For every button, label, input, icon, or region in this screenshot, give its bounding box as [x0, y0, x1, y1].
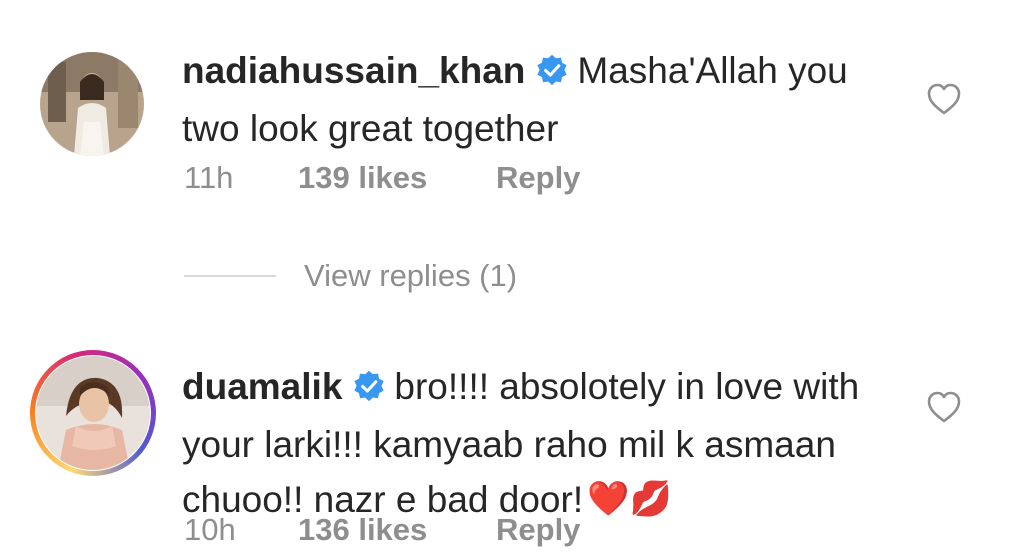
- username-link[interactable]: nadiahussain_khan: [182, 50, 525, 91]
- comment-item: nadiahussain_khan Masha'Allah you two loo…: [0, 0, 1024, 240]
- comment-body: nadiahussain_khan Masha'Allah you two loo…: [182, 44, 902, 156]
- comment-body: duamalik bro!!!! absolotely in love with …: [182, 360, 902, 527]
- avatar[interactable]: [36, 356, 150, 470]
- timestamp: 10h: [184, 512, 236, 547]
- heart-kiss-emoji: ❤️💋: [587, 480, 672, 518]
- verified-badge-icon: [352, 364, 386, 418]
- avatar[interactable]: [40, 52, 144, 156]
- avatar-photo: [36, 356, 150, 470]
- divider-line: [184, 275, 276, 277]
- comment-meta: 11h 139 likes Reply: [184, 160, 580, 196]
- view-replies-label: View replies (1): [304, 258, 518, 293]
- view-replies-button[interactable]: View replies (1): [184, 256, 517, 296]
- verified-badge-icon: [535, 48, 569, 102]
- heart-outline-icon[interactable]: [926, 390, 962, 424]
- heart-outline-icon[interactable]: [926, 82, 962, 116]
- timestamp: 11h: [184, 160, 234, 195]
- comments-panel: nadiahussain_khan Masha'Allah you two loo…: [0, 0, 1024, 558]
- comment-item: duamalik bro!!!! absolotely in love with …: [0, 330, 1024, 558]
- reply-button[interactable]: Reply: [496, 512, 580, 548]
- username-link[interactable]: duamalik: [182, 366, 342, 407]
- likes-count[interactable]: 136 likes: [298, 512, 496, 548]
- reply-button[interactable]: Reply: [496, 160, 580, 196]
- likes-count[interactable]: 139 likes: [298, 160, 496, 196]
- avatar-photo: [40, 52, 144, 156]
- comment-meta: 10h 136 likes Reply: [184, 512, 580, 548]
